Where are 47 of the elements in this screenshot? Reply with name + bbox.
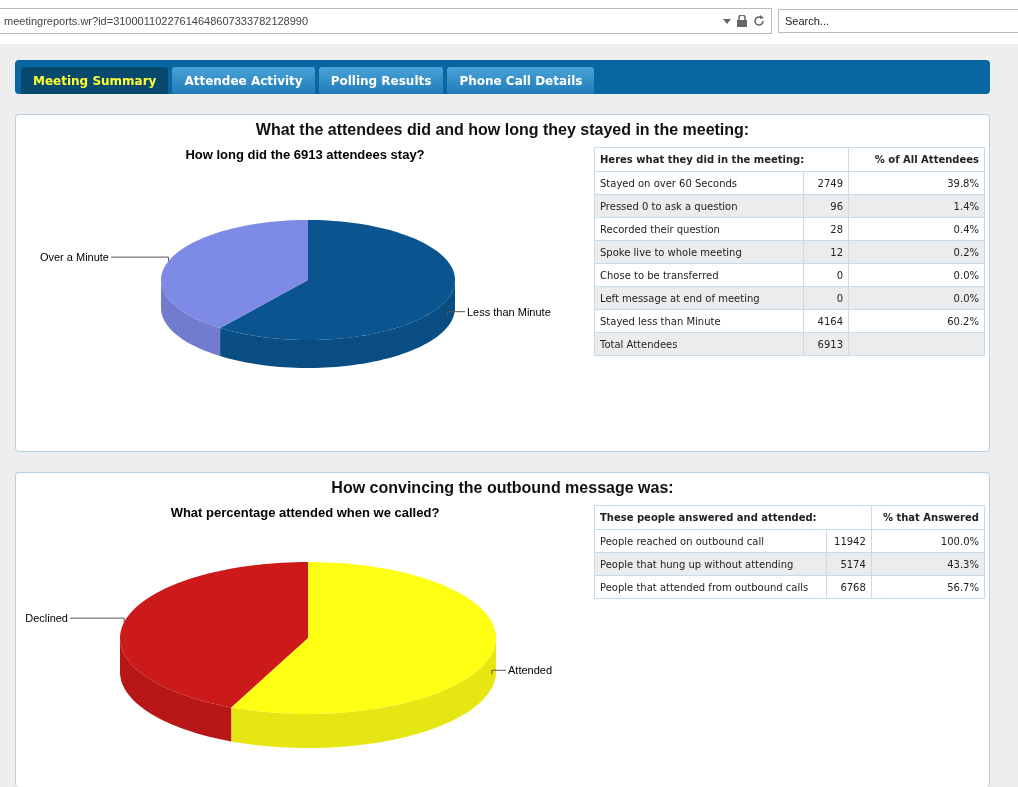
table-cell: Stayed less than Minute: [594, 309, 804, 333]
dropdown-icon[interactable]: [723, 18, 731, 24]
table-cell: 0.2%: [848, 240, 985, 264]
column-header: Heres what they did in the meeting:: [594, 147, 849, 172]
slice-label: Declined: [25, 612, 68, 625]
table-cell: Spoke live to whole meeting: [594, 240, 804, 264]
address-bar[interactable]: meetingreports.wr?id=31000110227614648607333782128990: [0, 8, 772, 34]
refresh-icon[interactable]: [753, 15, 765, 27]
panel-title: How convincing the outbound message was:: [330, 479, 675, 497]
panel-title: What the attendees did and how long they stayed in the meeting:: [254, 121, 751, 139]
tab[interactable]: Phone Call Details: [447, 67, 595, 94]
table-cell: Recorded their question: [594, 217, 804, 241]
leader-line: [69, 617, 125, 623]
table-cell: 100.0%: [871, 529, 985, 553]
table-cell: 0.0%: [848, 263, 985, 287]
table-cell: 0.4%: [848, 217, 985, 241]
table-cell: 1.4%: [848, 194, 985, 218]
url-text: meetingreports.wr?id=31000110227614648607333782128990: [4, 15, 310, 27]
search-field[interactable]: Search...: [778, 9, 1018, 33]
table-cell: 43.3%: [871, 552, 985, 576]
slice-label: Attended: [508, 664, 553, 677]
slice-label: Less than Minute: [467, 305, 551, 318]
table-cell: Total Attendees: [594, 332, 804, 356]
table-cell: Stayed on over 60 Seconds: [594, 171, 804, 195]
tab[interactable]: Meeting Summary: [21, 67, 169, 94]
column-header: % of All Attendees: [848, 147, 985, 172]
table-cell: 0.0%: [848, 286, 985, 310]
leader-line: [447, 311, 466, 317]
tab[interactable]: Polling Results: [318, 67, 444, 94]
chart-title: What percentage attended when we called?: [169, 505, 441, 520]
column-header: % that Answered: [871, 505, 985, 530]
column-header: These people answered and attended:: [594, 505, 872, 530]
table-cell: People that attended from outbound calls: [594, 575, 827, 599]
table-cell: People that hung up without attending: [594, 552, 827, 576]
slice-label: Over a Minute: [39, 251, 109, 264]
table-cell: 39.8%: [848, 171, 985, 195]
leader-line: [110, 256, 169, 262]
tab[interactable]: Attendee Activity: [172, 67, 315, 94]
table-cell: Chose to be transferred: [594, 263, 804, 287]
table-cell: 60.2%: [848, 309, 985, 333]
table-cell: Pressed 0 to ask a question: [594, 194, 804, 218]
lock-icon: [737, 15, 747, 27]
table-cell: People reached on outbound call: [594, 529, 827, 553]
table-cell: 56.7%: [871, 575, 985, 599]
chart-title: How long did the 6913 attendees stay?: [184, 147, 426, 162]
table-cell: Left message at end of meeting: [594, 286, 804, 310]
leader-line: [491, 669, 507, 675]
